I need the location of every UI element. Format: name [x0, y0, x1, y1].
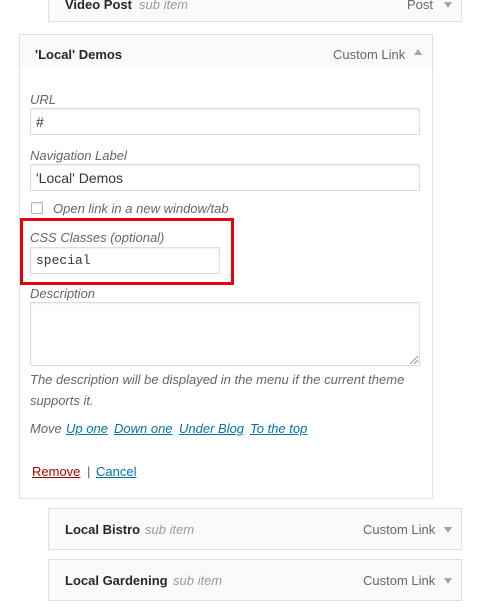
resize-grip-icon[interactable] — [410, 356, 418, 364]
move-label: Move — [30, 421, 62, 436]
move-down-one-link[interactable]: Down one — [114, 421, 173, 436]
menu-item-title: 'Local' Demos — [35, 47, 123, 62]
menu-item-type: Custom Link — [363, 522, 436, 537]
description-label: Description — [30, 286, 96, 301]
highlight-annotation — [20, 218, 234, 285]
menu-item-type: Custom Link — [363, 573, 436, 588]
url-input[interactable] — [30, 108, 420, 135]
menu-item-type: Custom Link — [333, 47, 406, 62]
menu-item-subtitle: sub item — [139, 0, 189, 12]
navigation-label-label: Navigation Label — [30, 148, 127, 163]
menu-item-title: Video Post — [65, 0, 132, 12]
move-up-one-link[interactable]: Up one — [66, 421, 108, 436]
menu-item-local-bistro[interactable]: Local Bistro sub item Custom Link — [48, 508, 462, 550]
move-to-top-link[interactable]: To the top — [250, 421, 307, 436]
cancel-link[interactable]: Cancel — [96, 464, 136, 479]
remove-link[interactable]: Remove — [32, 464, 80, 479]
menu-item-video-post[interactable]: Video Post sub item Post — [48, 0, 462, 22]
menu-item-title: Local Gardening — [65, 573, 168, 588]
open-new-tab-label[interactable]: Open link in a new window/tab — [53, 201, 229, 216]
navigation-label-input[interactable] — [30, 164, 420, 191]
expand-arrow-icon[interactable] — [444, 527, 452, 533]
open-new-tab-checkbox[interactable] — [31, 202, 43, 214]
description-help-text: The description will be displayed in the… — [30, 372, 405, 408]
menu-item-title: Local Bistro — [65, 522, 141, 537]
expand-arrow-icon[interactable] — [444, 578, 452, 584]
separator: | — [87, 464, 91, 479]
menu-item-subtitle: sub item — [145, 522, 195, 537]
url-label: URL — [30, 92, 57, 107]
move-under-blog-link[interactable]: Under Blog — [179, 421, 244, 436]
menu-item-local-gardening[interactable]: Local Gardening sub item Custom Link — [48, 559, 462, 601]
menu-item-local-demos[interactable]: 'Local' Demos Custom Link — [19, 34, 433, 71]
collapse-arrow-icon[interactable] — [414, 49, 422, 55]
menu-item-subtitle: sub item — [173, 573, 223, 588]
description-textarea[interactable] — [30, 302, 420, 366]
expand-arrow-icon[interactable] — [444, 2, 452, 8]
menu-item-type: Post — [407, 0, 434, 12]
